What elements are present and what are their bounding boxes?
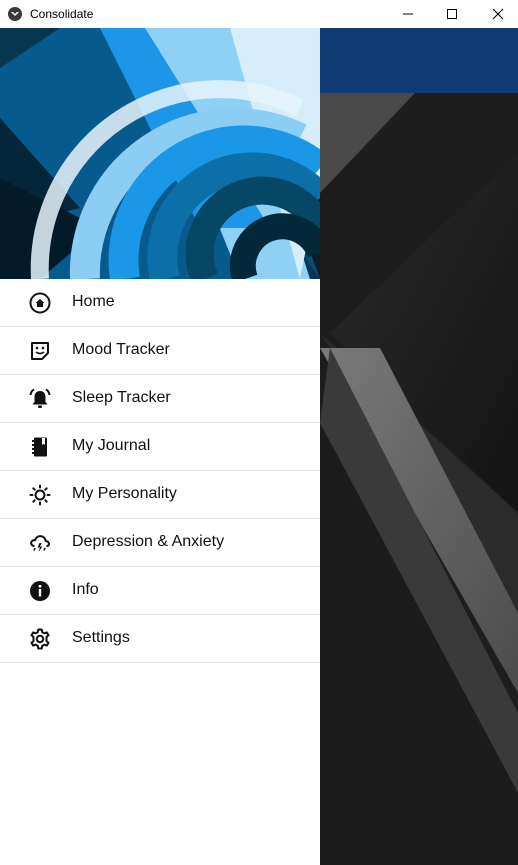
gear-icon (30, 628, 50, 650)
journal-icon (32, 437, 47, 457)
menu-item-mood-tracker[interactable]: Mood Tracker (0, 327, 320, 375)
menu-item-depression-anxiety[interactable]: Depression & Anxiety (0, 519, 320, 567)
window-title: Consolidate (30, 7, 94, 21)
menu-label-sleep-tracker: Sleep Tracker (72, 389, 171, 406)
window-titlebar: Consolidate (0, 0, 518, 28)
navigation-drawer: Home Mood Tracker Sleep Tracker My Journ… (0, 28, 320, 865)
close-button[interactable] (475, 0, 518, 28)
sun-icon (29, 484, 51, 506)
menu-label-mood-tracker: Mood Tracker (72, 341, 170, 358)
menu-label-my-personality: My Personality (72, 485, 177, 502)
menu-item-settings[interactable]: Settings (0, 615, 320, 663)
drawer-menu: Home Mood Tracker Sleep Tracker My Journ… (0, 279, 320, 663)
menu-item-sleep-tracker[interactable]: Sleep Tracker (0, 375, 320, 423)
menu-label-home: Home (72, 293, 115, 310)
menu-label-depression-anxiety: Depression & Anxiety (72, 533, 225, 550)
storm-cloud-icon (30, 535, 51, 552)
maximize-button[interactable] (429, 0, 475, 28)
close-icon (492, 8, 504, 20)
drawer-header-image (0, 28, 320, 279)
minimize-icon (403, 13, 413, 15)
alarm-bell-icon (29, 388, 51, 408)
menu-item-my-personality[interactable]: My Personality (0, 471, 320, 519)
minimize-button[interactable] (385, 0, 431, 28)
app-logo-icon (8, 7, 22, 21)
menu-label-my-journal: My Journal (72, 437, 151, 454)
menu-item-home[interactable]: Home (0, 279, 320, 327)
menu-label-info: Info (72, 581, 99, 598)
info-icon (30, 581, 50, 601)
menu-item-my-journal[interactable]: My Journal (0, 423, 320, 471)
menu-item-info[interactable]: Info (0, 567, 320, 615)
menu-label-settings: Settings (72, 629, 130, 646)
mood-icon (31, 342, 49, 360)
home-icon (29, 292, 51, 314)
maximize-icon (447, 9, 457, 19)
